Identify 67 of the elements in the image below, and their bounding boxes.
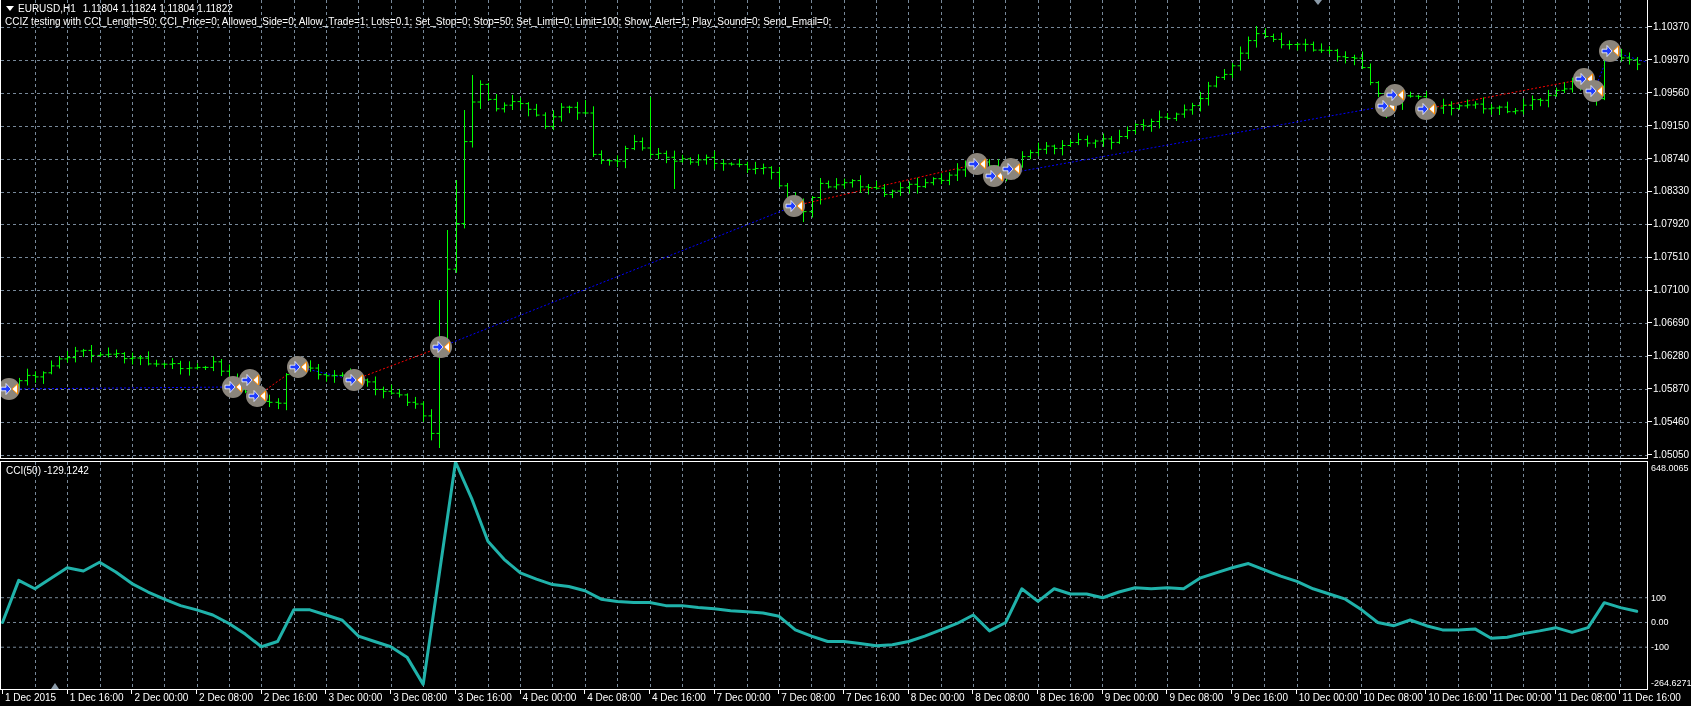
- time-label: 4 Dec 00:00: [522, 691, 577, 705]
- price-quote: 1.11804 1.11824 1.11804 1.11822: [82, 2, 233, 15]
- time-label: 8 Dec 16:00: [1040, 691, 1094, 705]
- triangle-down-icon[interactable]: [6, 6, 14, 11]
- trade-marker-icon: [1583, 80, 1605, 102]
- trade-marker-icon: [1384, 84, 1406, 106]
- trade-line: [363, 350, 432, 377]
- indicator-scale-label: -264.6271: [1651, 677, 1691, 689]
- time-label: 3 Dec 00:00: [328, 691, 383, 705]
- price-label: 1.05870: [1653, 382, 1690, 395]
- time-label: 11 Dec 16:00: [1622, 691, 1681, 705]
- price-label: 1.05050: [1653, 448, 1690, 461]
- time-label: 11 Dec 08:00: [1557, 691, 1617, 705]
- time-label: 3 Dec 08:00: [393, 691, 448, 705]
- trade-marker-icon: [430, 336, 452, 358]
- time-label: 2 Dec 16:00: [263, 691, 318, 705]
- trade-marker-icon: [287, 356, 309, 378]
- expert-comment: CCIZ testing with CCI_Length=50; CCI_Price=0; Allowed_Side=0; Allow_Trade=1; Lots=0.1; Set_Stop=0; Stop=50; Set_Limit=0; Limit=100; Show_Alert=1; Play_Sound=0; Send_Email=0;: [5, 15, 832, 28]
- time-label: 7 Dec 16:00: [845, 691, 900, 705]
- time-label: 1 Dec 16:00: [69, 691, 124, 705]
- trade-line: [1620, 53, 1647, 63]
- time-label: 11 Dec 00:00: [1492, 691, 1552, 705]
- trade-marker-icon: [783, 195, 805, 217]
- price-label: 1.07100: [1653, 284, 1690, 297]
- time-label: 10 Dec 00:00: [1298, 691, 1359, 705]
- price-label: 1.09970: [1653, 53, 1690, 66]
- time-label: 1 Dec 2015: [5, 691, 57, 705]
- trade-line: [1597, 60, 1607, 82]
- trade-marker-icon: [966, 153, 988, 175]
- price-label: 1.08740: [1653, 152, 1690, 165]
- trade-marker-icon: [1599, 40, 1621, 62]
- time-label: 10 Dec 16:00: [1428, 691, 1488, 705]
- trade-line: [308, 369, 344, 378]
- indicator-scale-label: 0.00: [1651, 616, 1669, 629]
- indicator-scale-label: 648.0065: [1651, 462, 1689, 474]
- price-label: 1.06690: [1653, 316, 1690, 329]
- time-label: 7 Dec 00:00: [716, 691, 771, 705]
- price-label: 1.08330: [1653, 185, 1690, 198]
- price-label: 1.09560: [1653, 86, 1690, 99]
- chart-symbol: EURUSD,H1: [18, 2, 76, 15]
- time-label: 8 Dec 00:00: [910, 691, 965, 705]
- indicator-scale-label: 100: [1651, 591, 1667, 604]
- price-label: 1.06280: [1653, 349, 1690, 362]
- price-label: 1.05460: [1653, 415, 1690, 428]
- time-label: 4 Dec 16:00: [651, 691, 706, 705]
- triangle-down-icon[interactable]: [1314, 0, 1322, 5]
- price-label: 1.07920: [1653, 218, 1690, 231]
- time-label: 4 Dec 08:00: [587, 691, 642, 705]
- price-label: 1.09150: [1653, 119, 1690, 132]
- time-label: 9 Dec 08:00: [1169, 691, 1224, 705]
- trade-marker-icon: [1415, 98, 1437, 120]
- trade-marker-icon: [246, 385, 268, 407]
- time-label: 2 Dec 00:00: [134, 691, 189, 705]
- time-label: 10 Dec 08:00: [1363, 691, 1423, 705]
- indicator-title: CCI(50) -129.1242: [6, 465, 89, 477]
- triangle-up-icon[interactable]: [51, 683, 59, 689]
- price-label: 1.07510: [1653, 251, 1690, 264]
- indicator-scale-label: -100: [1651, 641, 1669, 654]
- time-label: 8 Dec 08:00: [975, 691, 1030, 705]
- time-label: 3 Dec 16:00: [457, 691, 512, 705]
- time-label: 9 Dec 16:00: [1234, 691, 1288, 705]
- time-label: 2 Dec 08:00: [199, 691, 253, 705]
- trade-marker-icon: [343, 369, 365, 391]
- price-label: 1.10370: [1653, 20, 1690, 33]
- time-label: 7 Dec 08:00: [781, 691, 836, 705]
- time-label: 9 Dec 00:00: [1104, 691, 1159, 705]
- trade-marker-icon: [1000, 158, 1022, 180]
